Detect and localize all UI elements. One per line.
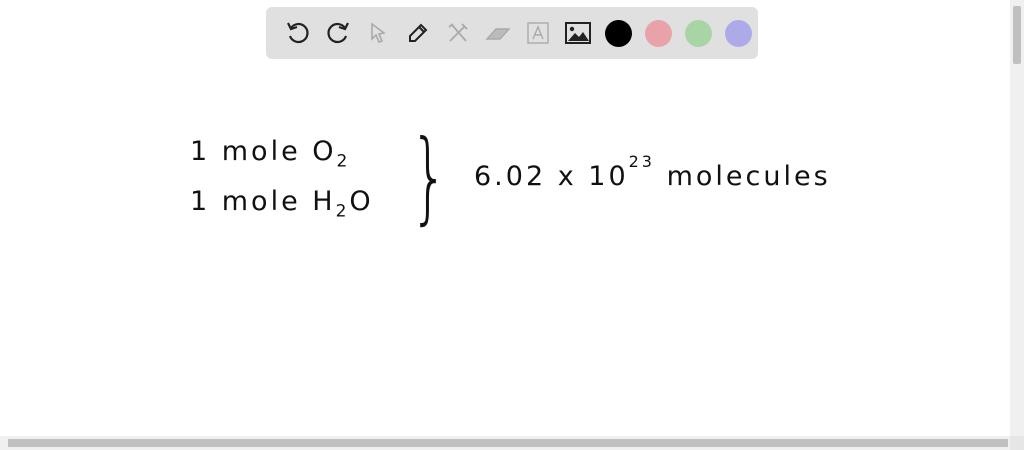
image-button[interactable] <box>558 13 598 53</box>
line-mole-o2: 1 mole O2 <box>190 136 350 171</box>
subscript: 2 <box>335 201 350 222</box>
text: 1 mole O <box>190 136 337 167</box>
subscript: 2 <box>336 151 351 172</box>
pen-icon <box>409 23 428 42</box>
color-green[interactable] <box>678 13 718 53</box>
color-black[interactable] <box>598 13 638 53</box>
exponent: 23 <box>628 152 655 171</box>
brace: } <box>410 118 450 235</box>
horizontal-scrollbar[interactable] <box>0 436 1010 450</box>
scroll-corner <box>1010 436 1024 450</box>
text-button[interactable] <box>518 13 558 53</box>
scroll-thumb[interactable] <box>8 439 1008 447</box>
pointer-icon <box>371 22 386 43</box>
redo-button[interactable] <box>318 13 358 53</box>
tools-icon <box>448 23 468 42</box>
undo-button[interactable] <box>278 13 318 53</box>
text: molecules <box>666 161 831 192</box>
color-swatch <box>684 19 712 47</box>
scroll-thumb[interactable] <box>1013 6 1021 64</box>
redo-icon <box>327 22 349 44</box>
color-swatch <box>644 19 672 47</box>
pen-button[interactable] <box>398 13 438 53</box>
image-icon <box>565 22 591 44</box>
eraser-icon <box>485 28 511 40</box>
text-icon <box>527 22 549 44</box>
color-pink[interactable] <box>638 13 678 53</box>
tools-button[interactable] <box>438 13 478 53</box>
text: 1 mole H <box>190 186 336 217</box>
eraser-button[interactable] <box>478 13 518 53</box>
avogadro-value: 6.02 x 1023 molecules <box>474 152 831 192</box>
color-swatch <box>604 19 632 47</box>
color-purple[interactable] <box>718 13 758 53</box>
color-swatch <box>724 19 752 47</box>
text: 6.02 x 10 <box>474 161 629 192</box>
undo-icon <box>287 22 309 44</box>
drawing-toolbar <box>266 7 758 59</box>
text: O <box>349 186 374 217</box>
select-button[interactable] <box>358 13 398 53</box>
vertical-scrollbar[interactable] <box>1010 0 1024 436</box>
line-mole-h2o: 1 mole H2O <box>190 186 374 221</box>
